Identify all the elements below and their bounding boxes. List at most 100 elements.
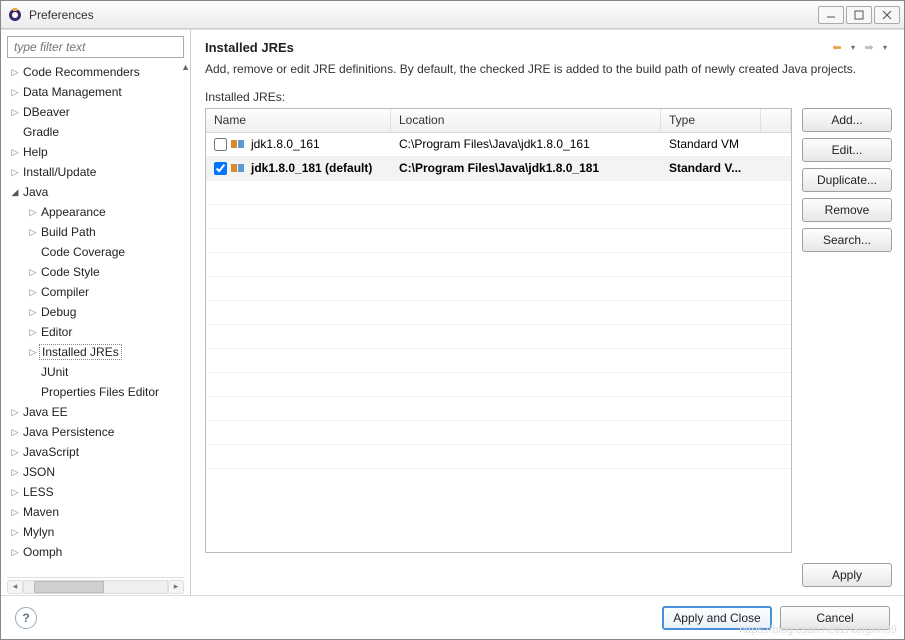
tree-item[interactable]: ▷Data Management: [7, 82, 188, 102]
jre-name: jdk1.8.0_181 (default): [251, 161, 372, 175]
tree-item-label: Data Management: [21, 85, 122, 99]
table-row[interactable]: jdk1.8.0_181 (default) C:\Program Files\J…: [206, 157, 791, 181]
edit-button[interactable]: Edit...: [802, 138, 892, 162]
col-name[interactable]: Name: [206, 109, 391, 132]
tree-item-label: Compiler: [39, 285, 89, 299]
tree-item-label: Properties Files Editor: [39, 385, 159, 399]
tree-item[interactable]: ▷Code Style: [7, 262, 188, 282]
preference-tree[interactable]: ▷Code Recommenders▷Data Management▷DBeav…: [7, 62, 190, 577]
back-icon[interactable]: ⬅: [830, 41, 844, 55]
apply-button[interactable]: Apply: [802, 563, 892, 587]
expand-icon[interactable]: ▷: [9, 407, 21, 418]
tree-item[interactable]: ▷Java Persistence: [7, 422, 188, 442]
expand-icon[interactable]: ▷: [27, 227, 39, 238]
expand-icon[interactable]: ▷: [9, 67, 21, 78]
empty-row: [206, 277, 791, 301]
expand-icon[interactable]: ▷: [9, 427, 21, 438]
tree-item-label: Maven: [21, 505, 59, 519]
expand-icon[interactable]: ▷: [9, 167, 21, 178]
duplicate-button[interactable]: Duplicate...: [802, 168, 892, 192]
tree-item-label: Code Coverage: [39, 245, 125, 259]
expand-icon[interactable]: ▷: [27, 327, 39, 338]
empty-row: [206, 205, 791, 229]
back-dropdown-icon[interactable]: ▾: [846, 41, 860, 55]
tree-item-label: JSON: [21, 465, 55, 479]
scroll-left-button[interactable]: ◂: [7, 580, 23, 594]
jre-location: C:\Program Files\Java\jdk1.8.0_181: [391, 161, 661, 175]
close-button[interactable]: [874, 6, 900, 24]
tree-item[interactable]: ▷Mylyn: [7, 522, 188, 542]
expand-icon[interactable]: ▷: [9, 447, 21, 458]
tree-item-label: Java EE: [21, 405, 68, 419]
col-extra: [761, 109, 791, 132]
tree-item[interactable]: ▷LESS: [7, 482, 188, 502]
col-type[interactable]: Type: [661, 109, 761, 132]
expand-icon[interactable]: ▷: [9, 487, 21, 498]
tree-item[interactable]: ◢Java: [7, 182, 188, 202]
search-button[interactable]: Search...: [802, 228, 892, 252]
tree-item-label: Help: [21, 145, 48, 159]
expand-icon[interactable]: ▷: [27, 207, 39, 218]
col-location[interactable]: Location: [391, 109, 661, 132]
expand-icon[interactable]: ▷: [9, 107, 21, 118]
tree-item[interactable]: JUnit: [7, 362, 188, 382]
empty-row: [206, 229, 791, 253]
remove-button[interactable]: Remove: [802, 198, 892, 222]
tree-item[interactable]: ▷DBeaver: [7, 102, 188, 122]
maximize-button[interactable]: [846, 6, 872, 24]
tree-item-label: Java: [21, 185, 48, 199]
tree-item[interactable]: ▷Installed JREs: [7, 342, 188, 362]
tree-item[interactable]: ▷Install/Update: [7, 162, 188, 182]
jre-checkbox[interactable]: [214, 162, 227, 175]
expand-icon[interactable]: ▷: [9, 87, 21, 98]
minimize-button[interactable]: [818, 6, 844, 24]
tree-item-label: Build Path: [39, 225, 96, 239]
tree-item[interactable]: ▷JavaScript: [7, 442, 188, 462]
tree-item[interactable]: ▷Oomph: [7, 542, 188, 562]
apply-and-close-button[interactable]: Apply and Close: [662, 606, 772, 630]
tree-item[interactable]: ▷Build Path: [7, 222, 188, 242]
add-button[interactable]: Add...: [802, 108, 892, 132]
forward-dropdown-icon[interactable]: ▾: [878, 41, 892, 55]
tree-item[interactable]: ▷Help: [7, 142, 188, 162]
expand-icon[interactable]: ▷: [9, 547, 21, 558]
help-icon[interactable]: ?: [15, 607, 37, 629]
tree-item[interactable]: Code Coverage: [7, 242, 188, 262]
tree-item[interactable]: Properties Files Editor: [7, 382, 188, 402]
jre-icon: [231, 162, 247, 174]
expand-icon[interactable]: ▷: [27, 267, 39, 278]
app-icon: [7, 7, 23, 23]
main-panel: Installed JREs ⬅ ▾ ➡ ▾ Add, remove or ed…: [191, 30, 904, 595]
table-row[interactable]: jdk1.8.0_161C:\Program Files\Java\jdk1.8…: [206, 133, 791, 157]
scroll-right-button[interactable]: ▸: [168, 580, 184, 594]
horizontal-scrollbar[interactable]: ◂ ▸: [7, 577, 184, 595]
expand-icon[interactable]: ▷: [9, 147, 21, 158]
tree-item-label: Gradle: [21, 125, 59, 139]
tree-item[interactable]: ▷JSON: [7, 462, 188, 482]
expand-icon[interactable]: ▷: [9, 467, 21, 478]
tree-item[interactable]: ▷Code Recommenders: [7, 62, 188, 82]
tree-item[interactable]: ▷Java EE: [7, 402, 188, 422]
collapse-icon[interactable]: ◢: [9, 187, 21, 198]
expand-icon[interactable]: ▷: [27, 307, 39, 318]
tree-item[interactable]: ▷Debug: [7, 302, 188, 322]
tree-item[interactable]: ▷Compiler: [7, 282, 188, 302]
forward-icon[interactable]: ➡: [862, 41, 876, 55]
tree-item[interactable]: Gradle: [7, 122, 188, 142]
expand-icon[interactable]: ▷: [27, 347, 39, 358]
page-description: Add, remove or edit JRE definitions. By …: [205, 61, 892, 78]
tree-item[interactable]: ▷Editor: [7, 322, 188, 342]
empty-row: [206, 397, 791, 421]
expand-icon[interactable]: ▷: [9, 527, 21, 538]
jre-checkbox[interactable]: [214, 138, 227, 151]
tree-item[interactable]: ▷Maven: [7, 502, 188, 522]
scroll-thumb[interactable]: [34, 581, 104, 593]
empty-row: [206, 349, 791, 373]
cancel-button[interactable]: Cancel: [780, 606, 890, 630]
expand-icon[interactable]: ▷: [27, 287, 39, 298]
sidebar: ▲ ▷Code Recommenders▷Data Management▷DBe…: [1, 30, 191, 595]
tree-item[interactable]: ▷Appearance: [7, 202, 188, 222]
expand-icon[interactable]: ▷: [9, 507, 21, 518]
jre-location: C:\Program Files\Java\jdk1.8.0_161: [391, 137, 661, 151]
filter-input[interactable]: [7, 36, 184, 58]
